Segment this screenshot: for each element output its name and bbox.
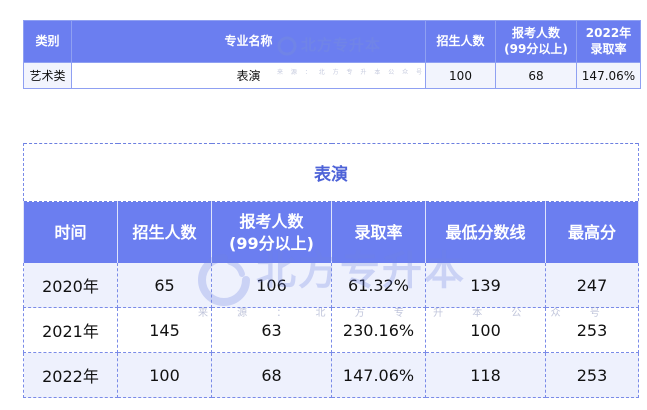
cell-min-score: 118 xyxy=(425,352,546,398)
cell-rate: 147.06% xyxy=(576,62,641,89)
cell-applicants: 106 xyxy=(211,263,332,308)
summary-data-row: 艺术类 表演 100 68 147.06% xyxy=(23,62,641,89)
header-applicants: 报考人数 (99分以上) xyxy=(211,201,332,263)
table-row: 2020年 65 106 61.32% 139 247 xyxy=(23,263,640,308)
header-category: 类别 xyxy=(23,20,72,63)
cell-major: 表演 xyxy=(71,62,426,89)
header-min-score: 最低分数线 xyxy=(425,201,546,263)
detail-header-row: 时间 招生人数 报考人数 (99分以上) 录取率 最低分数线 最高分 xyxy=(23,201,640,263)
cell-rate: 61.32% xyxy=(331,263,426,308)
cell-max-score: 253 xyxy=(544,307,640,353)
cell-enroll: 65 xyxy=(117,263,212,308)
summary-table: 类别 专业名称 招生人数 报考人数 (99分以上) 2022年 录取率 艺术类 … xyxy=(23,20,641,89)
cell-max-score: 247 xyxy=(544,263,640,308)
header-enroll: 招生人数 xyxy=(117,201,212,263)
header-rate-line2: 录取率 xyxy=(590,41,627,56)
header-enroll: 招生人数 xyxy=(425,20,496,63)
header-applicants: 报考人数 (99分以上) xyxy=(495,20,577,63)
cell-category: 艺术类 xyxy=(23,62,72,89)
summary-header-row: 类别 专业名称 招生人数 报考人数 (99分以上) 2022年 录取率 xyxy=(23,20,641,63)
cell-applicants: 63 xyxy=(211,307,332,353)
header-rate-line1: 2022年 xyxy=(585,25,632,40)
table-row: 2021年 145 63 230.16% 100 253 xyxy=(23,307,640,353)
cell-rate: 230.16% xyxy=(331,307,426,353)
cell-year: 2020年 xyxy=(23,263,118,308)
header-applicants-line1: 报考人数 xyxy=(239,211,304,231)
cell-enroll: 100 xyxy=(425,62,496,89)
cell-max-score: 253 xyxy=(544,352,640,398)
header-rate: 录取率 xyxy=(331,201,426,263)
table-row: 2022年 100 68 147.06% 118 253 xyxy=(23,352,640,398)
detail-table: 表演 时间 招生人数 报考人数 (99分以上) 录取率 最低分数线 最高分 20… xyxy=(22,143,640,398)
cell-enroll: 100 xyxy=(117,352,212,398)
header-applicants-line2: (99分以上) xyxy=(229,233,314,253)
header-time: 时间 xyxy=(23,201,118,263)
detail-title: 表演 xyxy=(22,143,640,202)
cell-min-score: 139 xyxy=(425,263,546,308)
header-rate: 2022年 录取率 xyxy=(576,20,641,63)
cell-min-score: 100 xyxy=(425,307,546,353)
cell-enroll: 145 xyxy=(117,307,212,353)
header-max-score: 最高分 xyxy=(544,201,640,263)
cell-year: 2021年 xyxy=(23,307,118,353)
cell-applicants: 68 xyxy=(211,352,332,398)
header-applicants-line1: 报考人数 xyxy=(511,25,560,40)
header-applicants-line2: (99分以上) xyxy=(504,41,568,56)
cell-applicants: 68 xyxy=(495,62,577,89)
cell-rate: 147.06% xyxy=(331,352,426,398)
cell-year: 2022年 xyxy=(23,352,118,398)
detail-title-row: 表演 xyxy=(22,143,640,202)
header-major: 专业名称 xyxy=(71,20,426,63)
